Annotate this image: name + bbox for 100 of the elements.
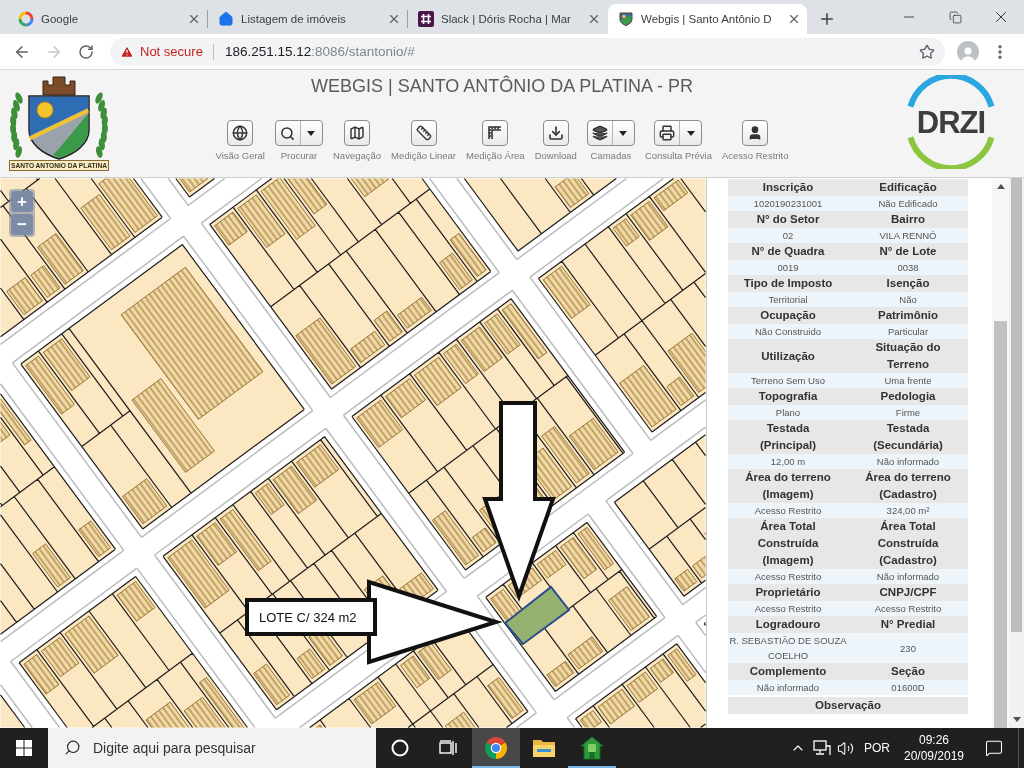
scrollbar-thumb[interactable] [1011, 178, 1022, 632]
scroll-down-icon[interactable] [1012, 717, 1021, 722]
tool-button[interactable] [275, 120, 323, 146]
field-label: Utilização [728, 339, 848, 373]
browser-tab[interactable]: Webgis | Santo Antônio D [608, 4, 807, 34]
field-value: 1020190231001 [728, 196, 848, 211]
ring-icon [18, 11, 34, 27]
close-icon[interactable] [787, 12, 801, 26]
tool-label: Medição Linear [391, 150, 456, 161]
field-label: N° Predial [848, 616, 968, 633]
close-icon[interactable] [587, 12, 601, 26]
field-value: 0038 [848, 260, 968, 275]
windows-start-icon[interactable] [16, 740, 32, 756]
tool-button[interactable] [542, 120, 569, 146]
field-label: N° de Quadra [728, 243, 848, 260]
field-label: Topografia [728, 388, 848, 405]
globe-icon [232, 125, 249, 141]
field-label: Seção [848, 663, 968, 680]
volume-icon[interactable] [837, 739, 855, 757]
browser-tab[interactable]: Listagem de imóveis [208, 4, 407, 34]
tool-button[interactable] [742, 120, 769, 146]
scroll-up-icon[interactable] [996, 184, 1005, 189]
laurel-branch [10, 92, 23, 158]
notification-icon[interactable] [985, 739, 1003, 757]
field-value: Acesso Restrito [728, 569, 848, 584]
annotation-label: LOTE C/ 324 m2 [245, 598, 377, 636]
folder-icon [532, 738, 556, 758]
tool-label: Visão Geral [215, 150, 265, 161]
section-label: Observação [728, 697, 968, 714]
field-label: N° de Lote [848, 243, 968, 260]
field-label: Área do terreno (Imagem) [728, 469, 848, 503]
tool-label: Procurar [280, 150, 318, 161]
field-label: Tipo de Imposto [728, 275, 848, 292]
clock-button[interactable]: 09:26 20/09/2019 [898, 732, 970, 764]
reload-icon[interactable] [78, 43, 94, 60]
tool-button[interactable] [654, 120, 703, 146]
field-label: Ocupação [728, 307, 848, 324]
field-value: Firme [848, 405, 968, 420]
field-value: Terreno Sem Uso [728, 373, 848, 388]
field-label: Testada (Secundária) [848, 420, 968, 454]
browser-icon [484, 736, 508, 760]
circle-icon[interactable] [391, 739, 409, 757]
tool-label: Camadas [590, 150, 632, 161]
tool-label: Navegação [333, 150, 382, 161]
field-value: 02 [728, 228, 848, 243]
browser-tab[interactable]: Slack | Dóris Rocha | Mar [408, 4, 607, 34]
field-label: Pedologia [848, 388, 968, 405]
field-value: Não informado [848, 569, 968, 584]
field-value: Não Edificado [848, 196, 968, 211]
field-label: Área Total Construída (Imagem) [728, 518, 848, 569]
field-value: Não informado [728, 680, 848, 695]
taskbar-app-button[interactable] [472, 728, 520, 768]
app-title: WEBGIS | SANTO ANTÔNIO DA PLATINA - PR [310, 75, 694, 97]
scrollbar-thumb[interactable] [994, 321, 1007, 728]
network-icon[interactable] [813, 740, 831, 756]
field-label: Situação do Terreno [848, 339, 968, 373]
language-indicator[interactable]: POR [858, 741, 898, 755]
browser-tab[interactable]: Google [8, 4, 207, 34]
tool-button[interactable] [482, 120, 509, 146]
printer-icon [659, 125, 676, 141]
restore-icon[interactable] [948, 10, 962, 24]
warning-icon [120, 44, 134, 59]
tool-label: Consulta Prévia [644, 150, 712, 161]
tool-button[interactable] [344, 120, 370, 146]
highlighted-lot [503, 585, 571, 646]
map-icon [349, 125, 365, 141]
tool-button[interactable] [410, 120, 437, 146]
tool-label: Medição Área [466, 150, 525, 161]
field-value: Não [848, 292, 968, 307]
bookmark-star-icon[interactable] [919, 43, 935, 60]
field-label: Logradouro [728, 616, 848, 633]
house-icon [218, 11, 234, 27]
close-icon[interactable] [387, 12, 401, 26]
field-value: Uma frente [848, 373, 968, 388]
field-label: Edificação [848, 179, 968, 196]
field-label: Área Total Construída (Cadastro) [848, 518, 968, 569]
field-value: Plano [728, 405, 848, 420]
tool-button[interactable] [586, 120, 635, 146]
brand-wordmark: DRZI [916, 105, 986, 140]
field-label: Patrimônio [848, 307, 968, 324]
security-label[interactable]: Not secure [140, 44, 203, 59]
download-icon [547, 125, 564, 141]
new-tab-icon[interactable] [818, 10, 836, 28]
task-view-icon[interactable] [439, 740, 457, 756]
field-label: Isenção [848, 275, 968, 292]
taskbar-search-field[interactable]: Digite aqui para pesquisar [48, 728, 376, 768]
tool-button[interactable] [227, 120, 254, 146]
field-value: Acesso Restrito [848, 601, 968, 616]
field-value: Particular [848, 324, 968, 339]
field-value: 0019 [728, 260, 848, 275]
url-text: 186.251.15.12:8086/stantonio/# [224, 44, 415, 59]
field-label: Bairro [848, 211, 968, 228]
tool-label: Acesso Restrito [721, 150, 789, 161]
field-label: Testada (Principal) [728, 420, 848, 454]
field-value: 01600D [848, 680, 968, 695]
address-bar[interactable]: Not secure 186.251.15.12:8086/stantonio/# [110, 37, 945, 66]
close-icon[interactable] [187, 12, 201, 26]
field-label: N° do Setor [728, 211, 848, 228]
field-label: Inscrição [728, 179, 848, 196]
field-value: Territorial [728, 292, 848, 307]
